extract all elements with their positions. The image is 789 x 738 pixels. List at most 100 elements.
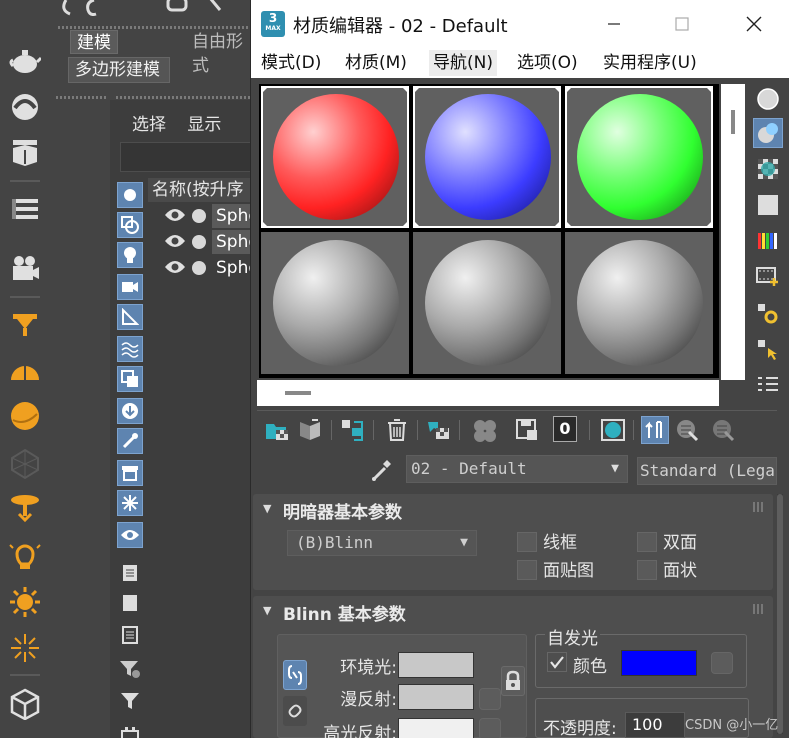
sample-slot-red[interactable] <box>261 86 409 228</box>
make-preview-icon[interactable] <box>753 262 783 292</box>
specular-color-swatch[interactable] <box>398 718 474 738</box>
sample-slot-green[interactable] <box>565 86 713 228</box>
diffuse-color-swatch[interactable] <box>398 684 474 710</box>
make-copy-icon[interactable] <box>425 416 453 444</box>
shader-type-dropdown[interactable]: (B)Blinn ▼ <box>287 530 477 556</box>
sample-uv-tiling-icon[interactable] <box>753 190 783 220</box>
filter-icon[interactable] <box>117 688 143 714</box>
filter-helpers-icon[interactable] <box>117 304 143 330</box>
visibility-eye-icon[interactable] <box>164 207 186 223</box>
go-forward-sibling-icon[interactable] <box>709 416 737 444</box>
go-to-parent-icon[interactable] <box>673 416 701 444</box>
assign-to-selection-icon[interactable] <box>339 416 367 444</box>
close-button[interactable] <box>731 8 777 40</box>
camera-icon[interactable] <box>6 250 44 286</box>
filter-frozen-icon[interactable] <box>117 490 143 516</box>
background-checker-icon[interactable] <box>753 154 783 184</box>
ambient-color-swatch[interactable] <box>398 652 474 678</box>
backlight-icon[interactable] <box>753 118 783 148</box>
orange-bulb-icon[interactable] <box>6 538 44 574</box>
orange-sunburst-icon[interactable] <box>6 630 44 666</box>
sample-slot-gray[interactable] <box>413 232 561 374</box>
menu-utilities[interactable]: 实用程序(U) <box>599 50 701 76</box>
material-name-dropdown[interactable]: 02 - Default ▼ <box>406 455 628 483</box>
self-illum-color-checkbox[interactable] <box>547 652 567 672</box>
scene-item-row[interactable]: Sphere002 <box>160 230 252 254</box>
self-illum-color-swatch[interactable] <box>621 650 697 676</box>
freeze-dot-icon[interactable] <box>192 209 206 223</box>
shader-rollout-header[interactable]: ▼ 明暗器基本参数 <box>253 494 773 524</box>
sample-slots-vertical-scrollbar[interactable] <box>721 84 745 354</box>
menu-material[interactable]: 材质(M) <box>341 50 411 76</box>
eyedropper-icon[interactable] <box>371 458 393 482</box>
filter-spacewarps-icon[interactable] <box>117 336 143 362</box>
save-to-library-icon[interactable] <box>513 416 541 444</box>
show-end-result-icon[interactable] <box>641 416 669 444</box>
material-id-channel[interactable]: 0 <box>553 416 577 442</box>
box-wire-icon[interactable] <box>6 686 44 722</box>
container-icon[interactable] <box>117 720 143 738</box>
delete-material-icon[interactable] <box>383 416 411 444</box>
scene-menu-select[interactable]: 选择 <box>132 115 166 135</box>
scene-item-name[interactable]: Sphere002 <box>212 230 252 254</box>
blinn-rollout-header[interactable]: ▼ Blinn 基本参数 <box>253 596 773 626</box>
show-shaded-material-icon[interactable] <box>599 416 627 444</box>
filter-geometry-icon[interactable] <box>117 182 143 208</box>
title-bar[interactable]: 3 MAX 材质编辑器 - 02 - Default <box>251 0 789 48</box>
polygon-modeling-panel[interactable]: 多边形建模 <box>68 57 170 83</box>
sample-slot-gray[interactable] <box>261 232 409 374</box>
list-icon[interactable] <box>6 192 44 228</box>
select-by-material-icon[interactable] <box>753 334 783 364</box>
diffuse-map-button[interactable] <box>479 688 501 710</box>
freeze-dot-icon[interactable] <box>192 261 206 275</box>
tab-modeling[interactable]: 建模 <box>70 30 118 54</box>
sample-type-sphere-icon[interactable] <box>753 84 783 114</box>
face-map-checkbox[interactable] <box>517 560 537 580</box>
freeze-dot-icon[interactable] <box>192 235 206 249</box>
orange-sphere-icon[interactable] <box>6 398 44 434</box>
material-navigator-icon[interactable] <box>753 370 783 400</box>
scene-item-row[interactable]: Sphere003 <box>160 256 252 280</box>
tab-freeform[interactable]: 自由形式 <box>186 30 256 76</box>
put-to-scene-icon[interactable] <box>297 416 325 444</box>
filter-bones-icon[interactable] <box>117 428 143 454</box>
opacity-input[interactable]: 100 <box>625 712 685 738</box>
sample-slots-horizontal-scrollbar[interactable] <box>257 380 719 406</box>
options-gear-icon[interactable] <box>753 298 783 328</box>
list-page-icon[interactable] <box>117 622 143 648</box>
filter-xrefs-icon[interactable] <box>117 398 143 424</box>
orange-sun-icon[interactable] <box>6 584 44 620</box>
menu-options[interactable]: 选项(O) <box>513 50 582 76</box>
filter-lights-icon[interactable] <box>117 242 143 268</box>
blank-page-icon[interactable] <box>117 590 143 616</box>
filter-cameras-icon[interactable] <box>117 274 143 300</box>
get-material-icon[interactable] <box>263 416 291 444</box>
menu-navigation[interactable]: 导航(N) <box>429 50 497 76</box>
filter-hidden-icon[interactable] <box>117 522 143 548</box>
video-color-check-icon[interactable] <box>753 226 783 256</box>
rollout-scrollbar[interactable] <box>777 494 783 734</box>
padlock-icon[interactable] <box>501 666 525 696</box>
maximize-button[interactable] <box>659 8 705 40</box>
orange-hemisphere-icon[interactable] <box>6 352 44 388</box>
two-sided-checkbox[interactable] <box>637 532 657 552</box>
faceted-checkbox[interactable] <box>637 560 657 580</box>
undo-redo-icons[interactable] <box>32 0 232 16</box>
sample-slot-blue[interactable] <box>413 86 561 228</box>
modify-icon[interactable] <box>6 88 44 124</box>
orange-spotlight-icon[interactable] <box>6 490 44 526</box>
minimize-button[interactable] <box>591 8 637 40</box>
scene-item-name[interactable]: Sphere001 <box>212 204 252 228</box>
orange-tool-1-icon[interactable] <box>6 306 44 342</box>
scene-item-name[interactable]: Sphere003 <box>212 256 252 280</box>
lock-ambient-diffuse-icon[interactable] <box>283 660 307 690</box>
teapot-icon[interactable] <box>6 42 44 78</box>
filter-containers-icon[interactable] <box>117 460 143 486</box>
material-type-button[interactable]: Standard (Legacy) <box>637 457 777 485</box>
scene-item-row[interactable]: Sphere001 <box>160 204 252 228</box>
wire-checkbox[interactable] <box>517 532 537 552</box>
filter-groups-icon[interactable] <box>117 366 143 392</box>
menu-mode[interactable]: 模式(D) <box>257 50 325 76</box>
scene-search-input[interactable] <box>120 142 252 172</box>
visibility-eye-icon[interactable] <box>164 259 186 275</box>
